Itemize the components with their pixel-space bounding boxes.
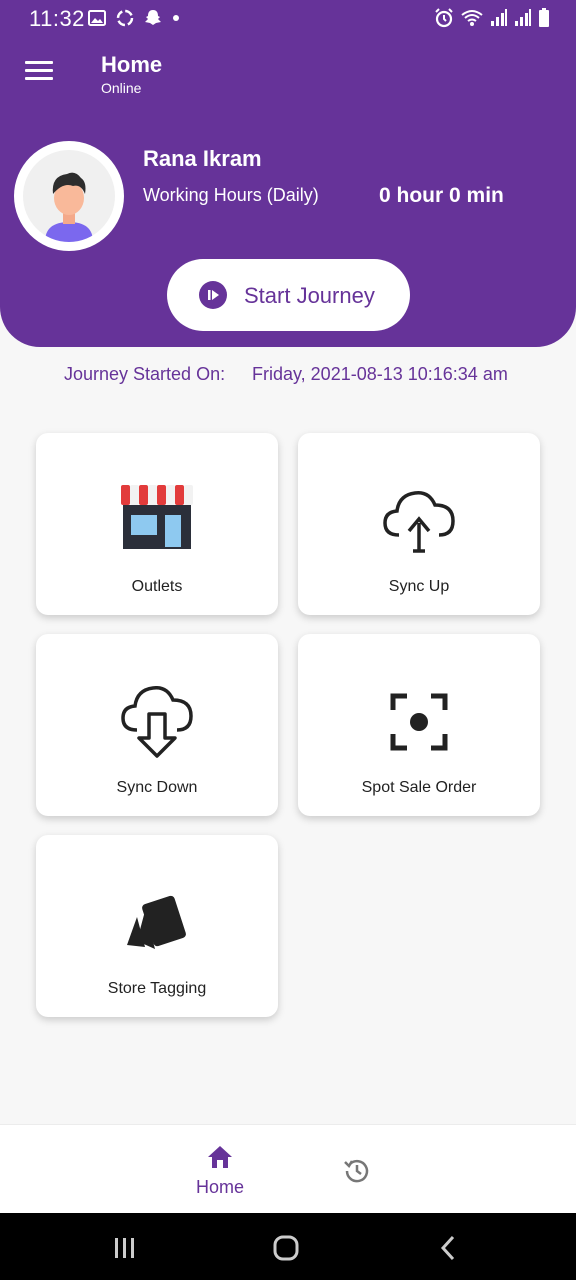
connection-status: Online xyxy=(101,80,142,96)
tile-sync-up[interactable]: Sync Up xyxy=(298,433,540,615)
cloud-download-icon xyxy=(121,686,193,758)
nav-home[interactable]: Home xyxy=(190,1143,250,1203)
system-home-icon[interactable] xyxy=(273,1235,299,1261)
status-bar: 11:32 xyxy=(0,0,576,36)
start-journey-label: Start Journey xyxy=(244,283,375,308)
hamburger-menu-icon xyxy=(25,61,53,64)
cloud-upload-icon xyxy=(383,491,455,553)
bottom-nav: Home xyxy=(0,1124,576,1213)
signal-icon xyxy=(515,9,531,26)
header-banner: 11:32 Home Online Rana Ikram Working Hou… xyxy=(0,0,576,347)
battery-icon xyxy=(539,8,549,27)
sync-icon xyxy=(116,9,134,27)
home-icon xyxy=(208,1146,232,1168)
tile-sync-down[interactable]: Sync Down xyxy=(36,634,278,816)
alarm-icon xyxy=(435,8,453,28)
user-avatar-icon xyxy=(45,172,93,242)
recent-apps-icon[interactable] xyxy=(113,1236,137,1260)
focus-scan-icon xyxy=(390,693,448,751)
wifi-icon xyxy=(461,10,483,26)
dot-icon xyxy=(173,15,179,21)
tile-spot-sale-order[interactable]: Spot Sale Order xyxy=(298,634,540,816)
journey-started-label: Journey Started On: xyxy=(64,364,226,384)
working-hours-value: 0 hour 0 min xyxy=(379,184,504,207)
tile-store-tagging[interactable]: Store Tagging xyxy=(36,835,278,1017)
store-icon xyxy=(121,485,193,549)
tile-label: Store Tagging xyxy=(107,980,207,997)
tile-label: Outlets xyxy=(131,578,183,595)
image-icon xyxy=(88,10,106,26)
back-icon[interactable] xyxy=(440,1235,456,1261)
signal-icon xyxy=(491,9,507,26)
tile-outlets[interactable]: Outlets xyxy=(36,433,278,615)
working-hours-label: Working Hours (Daily) xyxy=(143,185,319,205)
tile-label: Sync Up xyxy=(388,578,450,595)
status-time: 11:32 xyxy=(29,6,85,31)
menu-button[interactable] xyxy=(25,61,53,85)
avatar[interactable] xyxy=(14,141,124,251)
system-nav-bar xyxy=(0,1213,576,1280)
journey-started-value: Friday, 2021-08-13 10:16:34 am xyxy=(252,364,508,384)
snapchat-icon xyxy=(145,10,161,25)
tile-label: Spot Sale Order xyxy=(361,779,477,796)
tags-icon xyxy=(127,895,186,949)
tile-label: Sync Down xyxy=(116,779,198,796)
history-icon[interactable] xyxy=(341,1156,371,1186)
nav-home-label: Home xyxy=(195,1177,244,1197)
user-name: Rana Ikram xyxy=(143,146,262,171)
play-icon xyxy=(199,281,227,309)
start-journey-button[interactable]: Start Journey xyxy=(167,259,410,331)
page-title: Home xyxy=(101,52,163,77)
